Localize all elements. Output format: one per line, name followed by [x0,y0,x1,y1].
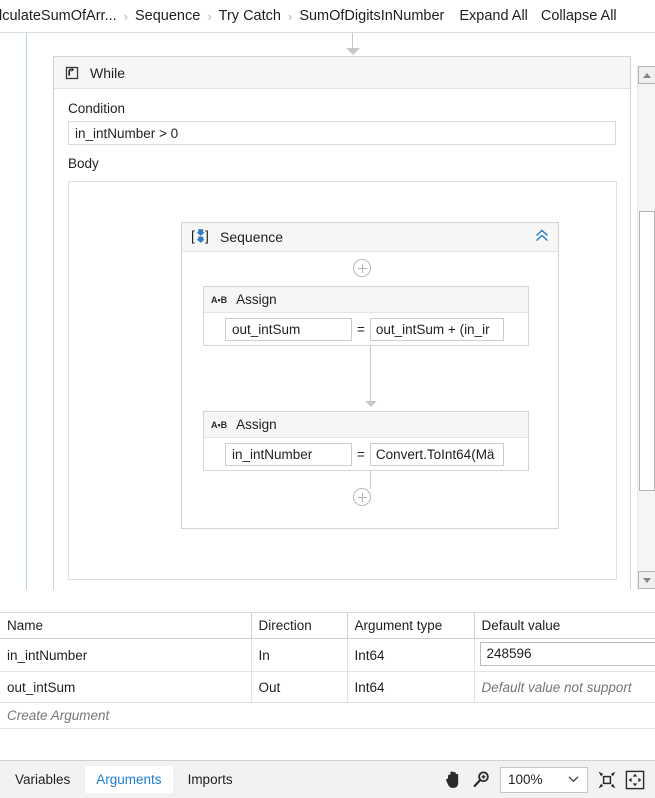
default-value-placeholder: Default value not support [481,679,632,695]
connector-line [370,471,371,489]
assign-value-input[interactable]: out_intSum + (in_ir [369,318,504,341]
assign-activity-title: Assign [236,417,277,432]
column-header-direction[interactable]: Direction [251,613,348,639]
while-body-container[interactable]: [ ] Sequence A•B Assign out_intSum = out… [68,181,617,580]
while-activity-fields: Condition in_intNumber > 0 Body [54,89,630,171]
sequence-activity-header[interactable]: [ ] Sequence [182,223,558,252]
breadcrumb-item-sum-of-digits-in-number[interactable]: SumOfDigitsInNumber [298,8,445,24]
sequence-icon: [ ] [191,227,211,247]
assign-expression-row: in_intNumber = Convert.ToInt64(Mä [204,438,528,466]
workflow-designer-canvas[interactable]: While Condition in_intNumber > 0 Body [ … [0,33,655,590]
designer-vertical-scrollbar[interactable] [637,66,655,589]
assign-expression-row: out_intSum = out_intSum + (in_ir [204,313,528,341]
add-activity-button[interactable] [353,259,371,277]
assign-icon: A•B [211,294,228,305]
default-value-input[interactable]: 248596 [479,642,654,666]
connector-arrow-icon [346,48,360,55]
tab-imports[interactable]: Imports [177,766,244,793]
assign-to-input[interactable]: out_intSum [225,318,352,341]
column-header-name[interactable]: Name [0,613,252,639]
breadcrumb-separator-icon: › [287,8,293,24]
sequence-activity-title: Sequence [220,229,284,245]
breadcrumb-separator-icon: › [207,8,212,24]
argument-name-cell[interactable]: out_intSum [0,671,252,703]
chevron-down-icon [568,774,587,786]
fit-to-screen-icon[interactable] [593,766,621,794]
assign-icon: A•B [211,419,228,430]
column-header-argument-type[interactable]: Argument type [347,613,475,639]
scroll-up-button[interactable] [638,66,655,84]
assign-activity-title: Assign [236,292,277,307]
assign-activity[interactable]: A•B Assign out_intSum = out_intSum + (in… [203,286,529,346]
breadcrumb-item-try-catch[interactable]: Try Catch [218,8,282,24]
scroll-down-button[interactable] [638,571,655,589]
create-argument-cell[interactable]: Create Argument [0,702,655,729]
breadcrumb-separator-icon: › [123,8,128,24]
table-header-row: Name Direction Argument type Default val… [0,613,655,639]
arguments-table: Name Direction Argument type Default val… [0,613,655,729]
zoom-level-select[interactable]: 100% [500,766,588,793]
add-activity-button[interactable] [353,488,371,506]
assign-activity-header[interactable]: A•B Assign [204,287,528,313]
chevron-down-icon [643,577,651,583]
tab-arguments[interactable]: Arguments [85,766,173,793]
expand-all-button[interactable]: Expand All [459,8,528,24]
connector-arrow-icon [365,401,377,407]
argument-default-value-cell[interactable]: 248596 [474,638,655,672]
while-loop-icon [63,64,80,81]
while-activity[interactable]: While Condition in_intNumber > 0 Body [ … [53,56,631,590]
argument-type-cell[interactable]: Int64 [347,671,475,703]
table-row[interactable]: out_intSum Out Int64 Default value not s… [0,671,655,703]
argument-direction-cell[interactable]: In [251,638,348,672]
breadcrumb-item-sequence[interactable]: Sequence [134,8,201,24]
tab-variables[interactable]: Variables [4,766,81,793]
assign-to-input[interactable]: in_intNumber [225,443,352,466]
column-header-default-value[interactable]: Default value [474,613,655,639]
assign-activity[interactable]: A•B Assign in_intNumber = Convert.ToInt6… [203,411,529,471]
body-label: Body [68,156,99,171]
argument-type-cell[interactable]: Int64 [347,638,475,672]
designer-guide-line [26,33,27,590]
svg-text:[: [ [191,228,195,244]
assign-value-input[interactable]: Convert.ToInt64(Mä [369,443,504,466]
sequence-activity[interactable]: [ ] Sequence A•B Assign out_intSum = out… [181,222,559,529]
connector-line [370,346,371,402]
condition-input[interactable]: in_intNumber > 0 [68,121,616,145]
breadcrumb-item-calculate-sum-of-array[interactable]: lculateSumOfArr... [0,8,118,24]
argument-name-cell[interactable]: in_intNumber [0,638,252,672]
assign-activity-header[interactable]: A•B Assign [204,412,528,438]
while-activity-title: While [90,64,126,81]
create-argument-label[interactable]: Create Argument [7,708,109,723]
collapse-all-button[interactable]: Collapse All [541,8,617,24]
hand-pan-icon[interactable] [439,766,467,794]
chevron-up-icon [643,72,651,78]
magnifier-icon[interactable] [467,766,495,794]
assign-operator: = [357,447,365,462]
table-row[interactable]: in_intNumber In Int64 248596 [0,638,655,672]
zoom-level-value: 100% [508,772,543,787]
status-bar: Variables Arguments Imports 100% [0,760,655,798]
breadcrumb: lculateSumOfArr... › Sequence › Try Catc… [0,0,655,33]
chevron-double-up-icon[interactable] [534,228,550,246]
arguments-panel: Name Direction Argument type Default val… [0,612,655,761]
assign-operator: = [357,322,365,337]
argument-default-value-cell[interactable]: Default value not support [474,671,655,703]
overview-fit-icon[interactable] [621,766,649,794]
create-argument-row[interactable]: Create Argument [0,702,655,729]
while-activity-header[interactable]: While [54,57,630,89]
condition-label: Condition [68,101,126,116]
argument-direction-cell[interactable]: Out [251,671,348,703]
svg-text:]: ] [205,228,209,244]
fit-controls-group [593,766,655,794]
vertical-scrollbar-thumb[interactable] [639,211,655,491]
